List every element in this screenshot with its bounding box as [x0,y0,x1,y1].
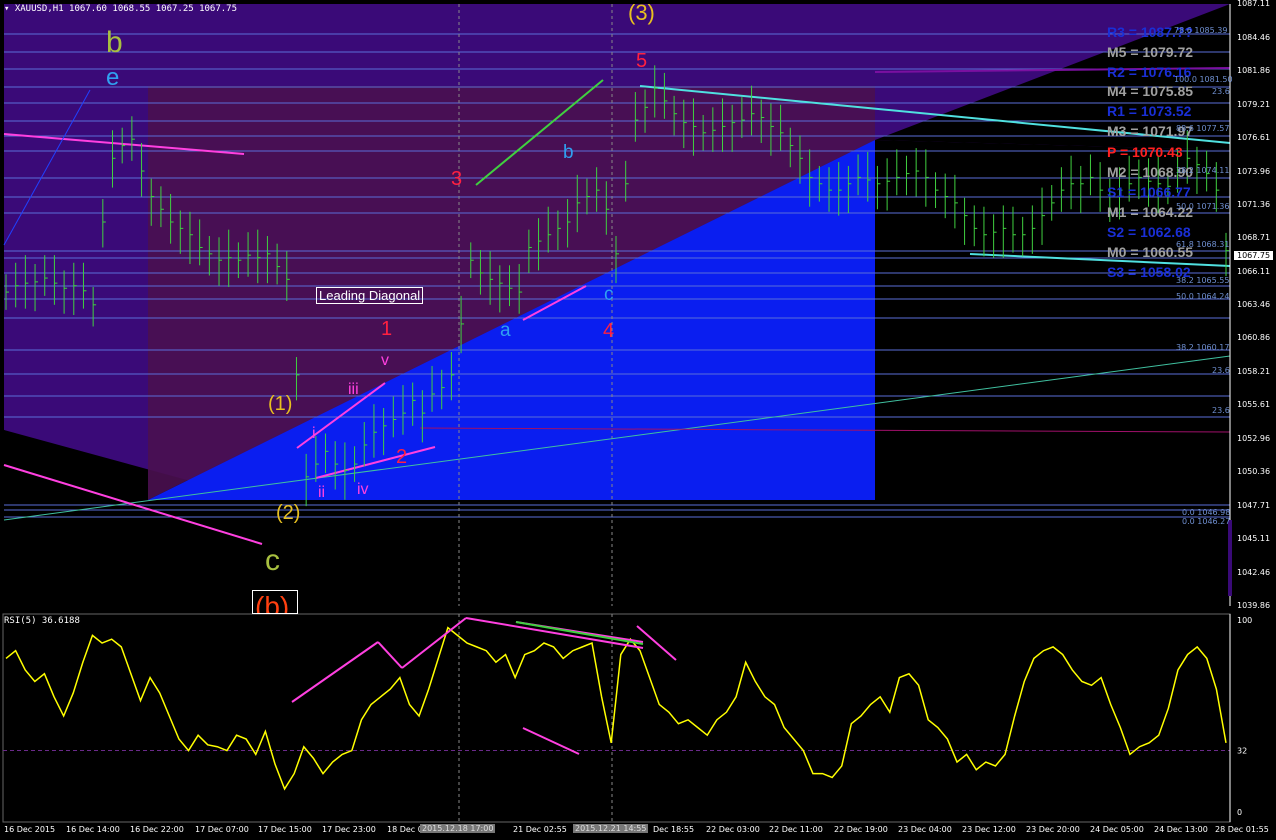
rsi-divergence-line [291,641,379,703]
x-tick-label: 21 Dec 02:55 [513,825,567,834]
fib-level-label: 0.0 1046.27 [1182,517,1231,526]
wave-label-p1: (1) [268,393,293,415]
fib-level-label: 23.6 [1212,87,1230,96]
pivot-label: R1 = 1073.52 [1107,103,1192,119]
x-tick-label: 22 Dec 19:00 [834,825,888,834]
x-tick-label: 24 Dec 05:00 [1090,825,1144,834]
price-chart[interactable] [0,0,1276,612]
wave-label-b-paren-box: (b) [252,590,298,614]
rsi-frame [2,613,1231,823]
wave-label-i: i [312,425,316,442]
x-tick-label: 23 Dec 20:00 [1026,825,1080,834]
y-tick-label: 1066.11 [1237,266,1271,276]
wave-label-sa: a [500,320,511,341]
x-tick-label: 2015.12.21 14:55 [573,824,649,833]
wave-label-w3: 3 [451,168,463,190]
y-tick-label: 1073.96 [1237,166,1271,176]
wave-label-b: b [106,26,123,59]
x-tick-label: 16 Dec 14:00 [66,825,120,834]
wave-label-w3_paren: (3) [628,0,655,25]
y-tick-label: 1063.46 [1237,300,1271,310]
wave-label-v: v [381,352,389,369]
fib-level-label: 38.2 1065.55 [1176,276,1230,285]
x-tick-label: 17 Dec 07:00 [195,825,249,834]
x-tick-label: Dec 18:55 [653,825,695,834]
fib-level-label: 88.6 1077.57 [1176,124,1230,133]
rsi-divergence-line [377,641,403,669]
fib-level-label: 50.0 1064.24 [1176,292,1230,301]
y-tick-label: 1045.11 [1237,534,1271,544]
fib-level-label: 38.2 1060.17 [1176,343,1230,352]
rsi-tick-label: 100 [1237,616,1252,625]
wave-label-c_big: c [265,544,280,577]
x-tick-label: 22 Dec 03:00 [706,825,760,834]
fib-level-label: 78.6 1085.39 [1174,26,1228,35]
wave-label-w4: 4 [603,320,615,342]
fib-level-label: 23.6 [1212,406,1230,415]
fib-level-label: 61.8 1068.31 [1176,240,1230,249]
rsi-divergence-line [401,617,467,669]
x-tick-label: 16 Dec 2015 [4,825,56,834]
pivot-label: P = 1070.43 [1107,144,1183,160]
rsi-divergence-line [465,617,644,649]
rsi-tick-label: 0 [1237,808,1242,817]
ohlc-values: 1067.60 1068.55 1067.25 1067.75 [69,4,238,14]
y-tick-label: 1042.46 [1237,567,1271,577]
wave-label-w2: 2 [396,446,408,468]
wave-label-w1: 1 [381,318,393,340]
y-tick-label: 1050.36 [1237,467,1271,477]
symbol-label: XAUUSD,H1 [14,4,64,14]
pivot-label: M5 = 1079.72 [1107,44,1194,60]
chart-header: ▾ XAUUSD,H1 1067.60 1068.55 1067.25 1067… [4,4,237,14]
x-tick-label: 22 Dec 11:00 [769,825,823,834]
chevron-down-icon[interactable]: ▾ [4,4,9,14]
y-tick-label: 1071.36 [1237,199,1271,209]
y-tick-label: 1084.46 [1237,32,1271,42]
wave-label-b-paren: (b) [255,591,290,614]
x-tick-label: 17 Dec 23:00 [322,825,376,834]
fib-level-label: 23.6 [1212,366,1230,375]
pivot-label: S1 = 1066.77 [1107,184,1191,200]
y-tick-label: 1060.86 [1237,333,1271,343]
axis-marker [1228,520,1232,596]
y-tick-label: 1076.61 [1237,132,1271,142]
pivot-label: M4 = 1075.85 [1107,83,1194,99]
wave-label-ii: ii [318,484,326,501]
rsi-header: RSI(5) 36.6188 [4,616,80,626]
y-tick-label: 1047.71 [1237,500,1271,510]
y-tick-label: 1055.61 [1237,400,1271,410]
leading-diagonal-label[interactable]: Leading Diagonal [316,287,424,304]
y-tick-label: 1039.86 [1237,601,1271,610]
x-tick-label: 17 Dec 15:00 [258,825,312,834]
fib-level-label: 50.0 1071.36 [1176,202,1230,211]
wave-label-p2: (2) [276,502,301,524]
x-tick-label: 23 Dec 12:00 [962,825,1016,834]
x-tick-label: 23 Dec 04:00 [898,825,952,834]
wave-label-sc: c [604,284,614,305]
y-tick-label: 1079.21 [1237,99,1271,109]
current-price-tag: 1067.75 [1234,251,1274,260]
rsi-line [5,626,1227,791]
pivot-label: S2 = 1062.68 [1107,224,1191,240]
rsi-panel[interactable]: 100 32 0 [0,612,1276,840]
fib-level-label: 100.0 1081.50 [1174,75,1233,84]
x-tick-label: 2015.12.18 17:00 [420,824,496,833]
fib-level-label: 0.0 1046.98 [1182,508,1231,517]
y-tick-label: 1058.21 [1237,367,1271,377]
y-tick-label: 1052.96 [1237,434,1271,444]
wave-label-w5: 5 [636,50,648,72]
rsi-divergence-line [515,621,644,645]
rsi-tick-label: 32 [1237,747,1247,756]
x-tick-label: 28 Dec 01:55 [1215,825,1269,834]
wave-label-iii: iii [348,381,359,398]
y-tick-label: 1081.86 [1237,65,1271,75]
y-tick-label: 1068.71 [1237,233,1271,243]
wave-label-e: e [106,64,120,91]
y-tick-label: 1087.11 [1237,0,1271,8]
x-tick-label: 16 Dec 22:00 [130,825,184,834]
x-tick-label: 24 Dec 13:00 [1154,825,1208,834]
wave-label-iv: iv [357,481,369,498]
fib-level-label: 38.2 1074.11 [1176,166,1230,175]
wave-label-sb: b [563,142,574,163]
